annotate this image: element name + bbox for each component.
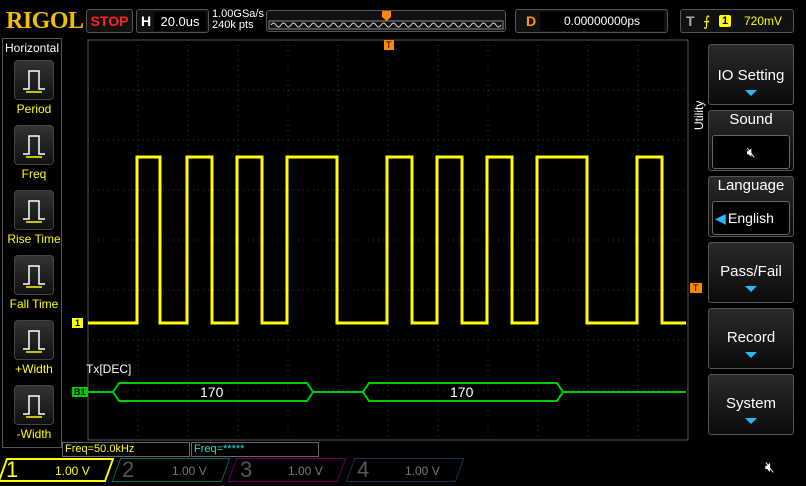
- trigger-level: 720mV: [744, 14, 783, 28]
- channel-1-scale: 1.00 V: [55, 464, 90, 478]
- freq-label: Freq: [21, 167, 47, 181]
- t-label: T: [686, 13, 695, 29]
- language-value: ◀ English: [712, 201, 790, 235]
- record-label: Record: [726, 329, 776, 346]
- trigger-level-marker[interactable]: T: [690, 283, 702, 293]
- trigger-position-marker: [382, 11, 391, 21]
- measurement-1: Freq=50.0kHz: [62, 442, 190, 457]
- system-label: System: [725, 395, 776, 412]
- system-button[interactable]: System: [708, 374, 794, 435]
- pass-fail-label: Pass/Fail: [720, 263, 782, 280]
- submenu-arrow-icon: [745, 90, 757, 96]
- bus-value-1: 170: [200, 384, 224, 400]
- pass-fail-button[interactable]: Pass/Fail: [708, 242, 794, 303]
- language-value-text: English: [728, 210, 774, 226]
- trigger-source: 1: [719, 15, 732, 27]
- measurement-2: Freq=*****: [191, 442, 319, 457]
- positive-width-button[interactable]: [14, 320, 54, 360]
- ch1-marker[interactable]: 1: [72, 318, 84, 328]
- speaker-muted-icon[interactable]: 🔇︎: [765, 459, 774, 476]
- trigger-time-marker[interactable]: T: [384, 40, 394, 50]
- rise-time-icon: [23, 200, 45, 223]
- ch1-trace: [88, 155, 686, 325]
- submenu-arrow-icon: [745, 286, 757, 292]
- submenu-arrow-icon: [745, 418, 757, 424]
- record-button[interactable]: Record: [708, 308, 794, 369]
- rise-time-label: Rise Time: [7, 232, 61, 246]
- rising-edge-icon: ⨍: [703, 13, 711, 29]
- io-setting-label: IO Setting: [717, 67, 785, 84]
- channel-3-number: 3: [240, 457, 253, 482]
- negative-width-icon: [23, 395, 45, 418]
- sound-button[interactable]: Sound 🔇︎: [708, 110, 794, 171]
- speaker-muted-icon: 🔇︎: [712, 135, 790, 169]
- utility-title: Utility: [692, 100, 706, 130]
- bus-marker[interactable]: B1: [72, 387, 88, 397]
- period-icon: [23, 70, 45, 93]
- menu-title: Horizontal: [4, 41, 60, 55]
- memory-overview: [266, 10, 506, 32]
- bus-decode: [88, 382, 686, 402]
- memory-depth: 240k pts: [212, 19, 254, 31]
- negative-width-button[interactable]: [14, 385, 54, 425]
- bus-value-2: 170: [450, 384, 474, 400]
- positive-width-label: +Width: [15, 362, 53, 376]
- trigger-box[interactable]: T ⨍ 1 720mV: [680, 9, 794, 33]
- delay-box[interactable]: D 0.00000000ps: [515, 9, 668, 33]
- io-setting-button[interactable]: IO Setting: [708, 44, 794, 105]
- acquisition-info: 1.00GSa/s 240k pts: [212, 9, 264, 31]
- left-arrow-icon: ◀: [715, 210, 726, 226]
- waveform-display: [87, 39, 689, 441]
- d-label: D: [526, 13, 537, 29]
- freq-icon: [23, 135, 45, 158]
- delay-value: 0.00000000ps: [540, 12, 664, 31]
- channel-3-scale: 1.00 V: [288, 464, 323, 478]
- fall-time-button[interactable]: [14, 255, 54, 295]
- sound-label: Sound: [729, 111, 773, 128]
- freq-button[interactable]: [14, 125, 54, 165]
- timebase-value: 20.0us: [154, 12, 206, 31]
- language-label: Language: [717, 177, 785, 194]
- submenu-arrow-icon: [745, 352, 757, 358]
- h-label: H: [141, 13, 152, 29]
- period-button[interactable]: [14, 60, 54, 100]
- channel-4-scale: 1.00 V: [405, 464, 440, 478]
- timebase-box[interactable]: H 20.0us: [136, 9, 209, 33]
- bus-label: Tx[DEC]: [86, 362, 132, 376]
- rigol-logo: RIGOL: [6, 8, 84, 34]
- rise-time-button[interactable]: [14, 190, 54, 230]
- negative-width-label: -Width: [16, 427, 52, 441]
- channel-2-number: 2: [122, 457, 135, 482]
- positive-width-icon: [23, 330, 45, 353]
- fall-time-icon: [23, 265, 45, 288]
- period-label: Period: [16, 102, 52, 116]
- run-stop-status[interactable]: STOP: [86, 9, 133, 33]
- language-button[interactable]: Language ◀ English: [708, 176, 794, 237]
- channel-1-number: 1: [6, 457, 19, 482]
- channel-2-scale: 1.00 V: [172, 464, 207, 478]
- fall-time-label: Fall Time: [9, 297, 59, 311]
- channel-4-number: 4: [357, 457, 370, 482]
